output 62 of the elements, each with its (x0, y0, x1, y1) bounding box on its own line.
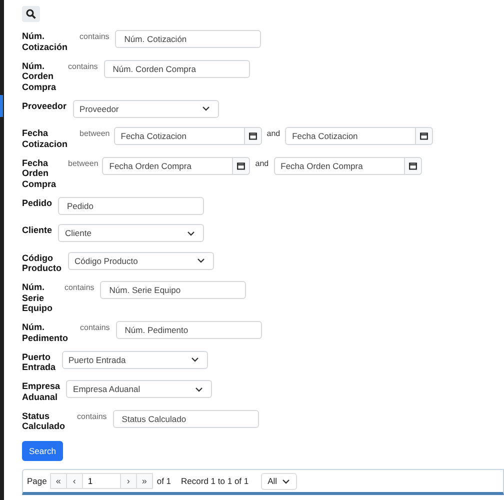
chevron-icon (202, 106, 210, 111)
date-input[interactable]: Fecha Orden Compra (102, 156, 232, 174)
previous-page-button[interactable]: ‹ (66, 473, 83, 489)
operator-label: contains (77, 410, 107, 420)
date-input[interactable]: Fecha Cotizacion (114, 127, 244, 145)
page-label: Page (27, 476, 47, 486)
input-field[interactable]: Núm. Serie Equipo (100, 281, 246, 299)
operator-label: between (68, 158, 98, 168)
dropdown[interactable]: Código Producto (68, 252, 214, 270)
dropdown[interactable]: Puerto Entrada (62, 350, 208, 368)
input-field[interactable]: Núm. Cotización (115, 30, 262, 48)
operator-label: contains (68, 60, 98, 70)
search-icon (26, 9, 36, 19)
calendar-button[interactable] (404, 156, 422, 174)
page-size-dropdown[interactable]: All (260, 472, 298, 490)
filter-label: Núm. Cotización (22, 30, 68, 52)
calendar-icon (420, 132, 428, 140)
filter-label: Núm. Corden Compra (22, 60, 56, 92)
filter-label: Proveedor (22, 100, 67, 111)
filter-label: Código Producto (22, 252, 62, 274)
filter-label: Núm. Pedimento (22, 321, 68, 343)
operator-label: between (80, 128, 110, 138)
input-field[interactable]: Pedido (58, 196, 204, 214)
calendar-button[interactable] (244, 127, 262, 145)
calendar-icon (408, 162, 417, 170)
filter-label: Status Calculado (22, 410, 65, 432)
operator-label: contains (64, 282, 94, 292)
chevron-icon (190, 357, 198, 362)
calendar-button[interactable] (415, 127, 434, 145)
page-input[interactable]: 1 (82, 473, 121, 489)
calendar-button[interactable] (232, 156, 250, 174)
calendar-icon (248, 132, 257, 140)
calendar-icon (237, 162, 246, 170)
first-page-button[interactable]: « (50, 473, 67, 489)
filter-label: Fecha Cotizacion (22, 127, 68, 149)
search-toggle-button[interactable] (22, 6, 40, 22)
operator-label: contains (80, 31, 110, 41)
chevron-icon (282, 478, 290, 484)
page-count: of 1 (156, 476, 172, 486)
joiner-label: and (266, 128, 280, 138)
dropdown[interactable]: Cliente (58, 224, 204, 242)
joiner-label: and (255, 158, 269, 168)
operator-label: contains (80, 322, 110, 332)
search-button[interactable]: Search (22, 441, 63, 461)
input-field[interactable]: Núm. Pedimento (116, 321, 262, 339)
filter-label: Empresa Aduanal (22, 380, 60, 402)
input-field[interactable]: Núm. Corden Compra (104, 60, 250, 78)
input-field[interactable]: Status Calculado (112, 410, 259, 428)
dropdown[interactable]: Empresa Aduanal (66, 380, 212, 398)
filter-label: Núm. Serie Equipo (22, 281, 52, 314)
chevron-icon (195, 386, 204, 392)
filter-label: Cliente (22, 224, 52, 236)
date-input[interactable]: Fecha Orden Compra (274, 156, 404, 174)
filter-label: Pedido (22, 196, 52, 208)
record-count: Record 1 to 1 of 1 (181, 476, 249, 486)
date-input[interactable]: Fecha Cotizacion (285, 127, 416, 145)
filter-label: Puerto Entrada (22, 350, 56, 372)
chevron-icon (196, 258, 204, 263)
dropdown[interactable]: Proveedor (72, 100, 219, 118)
filter-label: Fecha Orden Compra (22, 156, 56, 189)
last-page-button[interactable]: » (136, 473, 153, 489)
chevron-icon (187, 230, 196, 236)
